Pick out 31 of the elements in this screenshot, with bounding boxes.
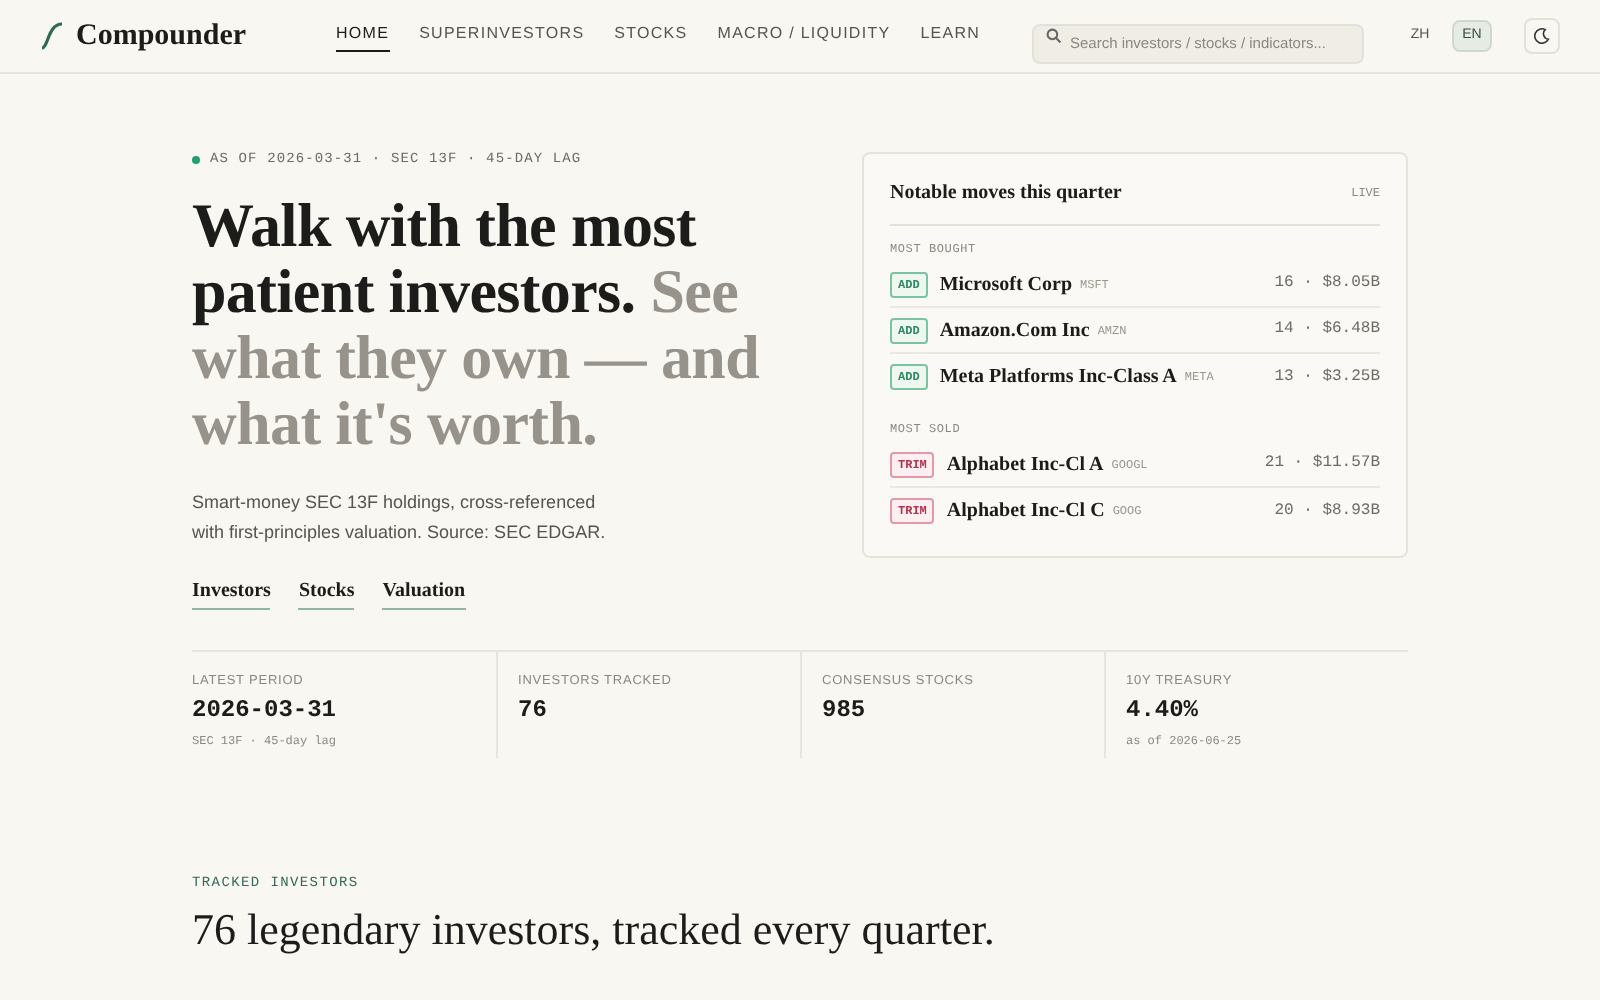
nav-link[interactable]: LEARN [920,21,981,51]
brand-name[interactable]: Compounder [76,13,247,59]
hero-headline: Walk with the most patient investors. See what they own — and what it's worth. [192,191,761,455]
holders-and-value: 16 · $8.05B [1274,272,1380,296]
nav-link[interactable]: SUPERINVESTORS [419,21,585,51]
hero-link[interactable]: Stocks [298,575,355,609]
company-name[interactable]: Meta Platforms Inc-Class A [939,362,1177,392]
hero-link[interactable]: Valuation [382,575,466,609]
stat-value: 985 [822,694,868,729]
nav-link[interactable]: MACRO / LIQUIDITY [717,21,891,51]
logo-curve-icon [40,22,64,50]
stat-value: 2026-03-31 [192,694,339,729]
holders-and-value: 14 · $6.48B [1274,318,1380,342]
nav-link[interactable]: STOCKS [614,21,688,51]
section-title: 76 legendary investors, tracked every quarter. [192,902,997,958]
hero-link[interactable]: Investors [192,575,271,609]
nav-link[interactable]: HOME [336,21,390,51]
moon-icon [1534,28,1550,44]
company-name[interactable]: Alphabet Inc-Cl A [946,449,1104,479]
theme-toggle-button[interactable] [1524,18,1560,54]
holders-and-value: 13 · $3.25B [1274,365,1380,389]
holders-and-value: 20 · $8.93B [1274,499,1380,523]
search-icon [1046,28,1062,44]
stat-value: 76 [518,694,549,729]
stat-value: 4.40% [1126,694,1201,729]
card-title: Notable moves this quarter [890,180,1122,208]
company-name[interactable]: Amazon.Com Inc [939,315,1090,345]
holders-and-value: 21 · $11.57B [1264,452,1380,476]
hero-description: Smart-money SEC 13F holdings, cross-referenced with first-principles valuation. Source: SEC EDGAR. [192,489,608,546]
company-name[interactable]: Microsoft Corp [939,269,1072,299]
company-name[interactable]: Alphabet Inc-Cl C [946,496,1105,526]
